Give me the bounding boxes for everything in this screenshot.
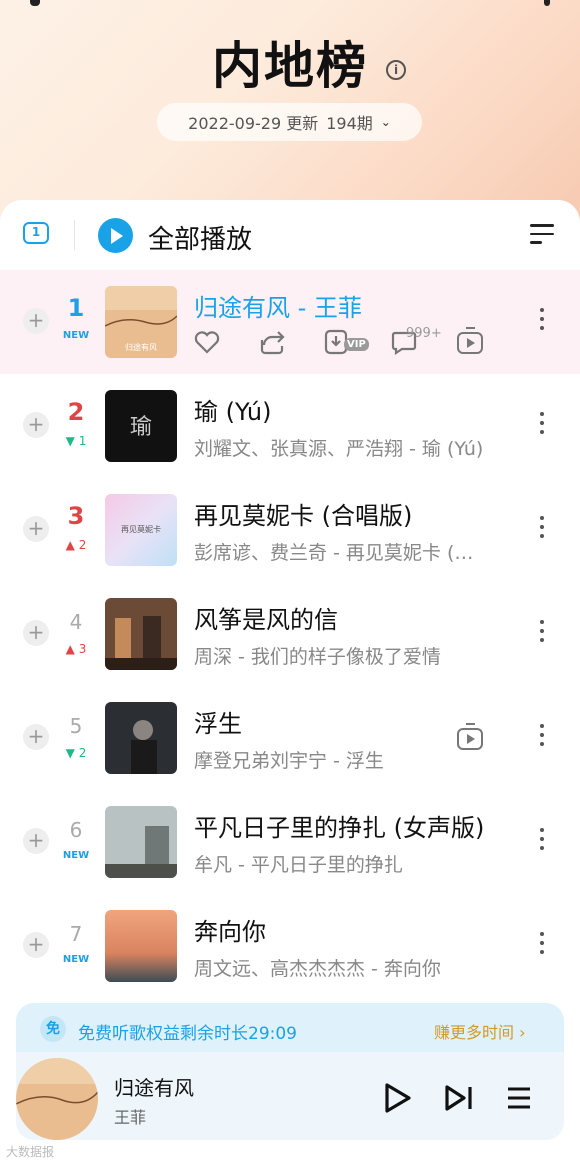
rank-change: ▼ 2 <box>65 746 87 760</box>
page-title: 内地榜 <box>212 37 368 95</box>
rank-change: ▼ 1 <box>65 434 87 448</box>
next-track-icon[interactable] <box>444 1084 474 1112</box>
mv-icon[interactable] <box>457 723 483 750</box>
song-artist: 摩登兄弟刘宇宁 - 浮生 <box>194 750 384 772</box>
share-icon[interactable] <box>258 328 286 356</box>
album-cover: 再见莫妮卡 <box>105 494 177 566</box>
rank-number: 7 <box>69 922 83 946</box>
more-options-icon[interactable] <box>535 620 549 648</box>
song-artist: 周文远、高杰杰杰杰 - 奔向你 <box>194 958 441 980</box>
rank-number: 5 <box>69 714 83 738</box>
divider <box>74 220 75 250</box>
more-options-icon[interactable] <box>535 516 549 544</box>
more-options-icon[interactable] <box>535 308 549 336</box>
song-artist: 刘耀文、张真源、严浩翔 - 瑜 (Yú) <box>194 438 484 460</box>
song-row-3[interactable]: + 3 ▲ 2 再见莫妮卡 再见莫妮卡 (合唱版) 彭席谚、费兰奇 - 再见莫妮… <box>0 478 580 582</box>
album-cover <box>105 910 177 982</box>
playlist-icon[interactable] <box>506 1084 532 1112</box>
add-icon[interactable]: + <box>23 308 49 334</box>
mv-icon[interactable] <box>457 327 483 354</box>
rank-change: ▲ 2 <box>65 538 87 552</box>
song-artist: 牟凡 - 平凡日子里的挣扎 <box>194 854 403 876</box>
mini-player[interactable] <box>16 1052 564 1140</box>
svg-text:瑜: 瑜 <box>130 415 152 440</box>
song-artist: 周深 - 我们的样子像极了爱情 <box>194 646 441 668</box>
album-cover <box>105 806 177 878</box>
song-row-1[interactable]: + 1 NEW 归途有风 归途有风 - 王菲 VIP 999+ <box>0 270 580 374</box>
issue-selector[interactable]: 2022-09-29 更新 194期 ⌄ <box>157 103 422 141</box>
rank-number: 6 <box>69 818 83 842</box>
update-date: 2022-09-29 更新 <box>188 114 319 133</box>
more-icon[interactable] <box>544 0 550 6</box>
rank-change: ▲ 3 <box>65 642 87 656</box>
svg-text:再见莫妮卡: 再见莫妮卡 <box>121 524 161 534</box>
album-cover <box>105 598 177 670</box>
now-playing-cover[interactable] <box>16 1058 98 1140</box>
song-row-5[interactable]: + 5 ▼ 2 浮生 摩登兄弟刘宇宁 - 浮生 <box>0 686 580 790</box>
rank-number: 3 <box>67 502 85 530</box>
add-icon[interactable]: + <box>23 620 49 646</box>
song-artist: 彭席谚、费兰奇 - 再见莫妮卡 (合唱版) <box>194 542 484 564</box>
now-playing-title: 归途有风 <box>114 1076 194 1100</box>
info-icon[interactable]: i <box>386 60 406 80</box>
song-actions <box>193 328 493 358</box>
song-title: 风筝是风的信 <box>194 606 338 634</box>
add-icon[interactable]: + <box>23 828 49 854</box>
song-title: 平凡日子里的挣扎 (女声版) <box>194 814 485 842</box>
back-icon[interactable] <box>30 0 40 6</box>
free-time-remaining: 免费听歌权益剩余时长29:09 <box>78 1024 297 1044</box>
play-all-icon[interactable] <box>98 218 133 253</box>
vip-badge: VIP <box>344 338 369 351</box>
rank-change: NEW <box>62 330 90 341</box>
song-row-2[interactable]: + 2 ▼ 1 瑜 瑜 (Yú) 刘耀文、张真源、严浩翔 - 瑜 (Yú) <box>0 374 580 478</box>
rank-change: NEW <box>62 954 90 965</box>
song-title: 浮生 <box>194 710 242 738</box>
song-row-4[interactable]: + 4 ▲ 3 风筝是风的信 周深 - 我们的样子像极了爱情 <box>0 582 580 686</box>
album-cover <box>105 702 177 774</box>
add-icon[interactable]: + <box>23 724 49 750</box>
more-options-icon[interactable] <box>535 412 549 440</box>
svg-text:归途有风: 归途有风 <box>125 342 157 352</box>
add-icon[interactable]: + <box>23 516 49 542</box>
song-title: 瑜 (Yú) <box>194 398 272 426</box>
rank-change: NEW <box>62 850 90 861</box>
rank-number: 4 <box>69 610 83 634</box>
more-options-icon[interactable] <box>535 724 549 752</box>
song-title: 归途有风 - 王菲 <box>194 294 362 322</box>
more-options-icon[interactable] <box>535 932 549 960</box>
album-cover: 归途有风 <box>105 286 177 358</box>
free-badge: 免 <box>40 1016 66 1042</box>
watermark: 大数据报 <box>6 1145 55 1159</box>
play-all-button[interactable]: 全部播放 <box>148 219 252 256</box>
add-icon[interactable]: + <box>23 932 49 958</box>
chevron-down-icon: ⌄ <box>380 115 391 129</box>
song-row-7[interactable]: + 7 NEW 奔向你 周文远、高杰杰杰杰 - 奔向你 <box>0 894 580 998</box>
play-mode-icon[interactable]: 1 <box>23 222 49 244</box>
issue-number: 194期 <box>326 114 373 133</box>
add-icon[interactable]: + <box>23 412 49 438</box>
song-title: 再见莫妮卡 (合唱版) <box>194 502 413 530</box>
play-icon[interactable] <box>383 1082 413 1114</box>
earn-more-time-link[interactable]: 赚更多时间 › <box>434 1019 526 1043</box>
rank-number: 1 <box>67 294 85 322</box>
comment-count: 999+ <box>406 326 442 341</box>
like-icon[interactable] <box>193 328 221 356</box>
album-cover: 瑜 <box>105 390 177 462</box>
rank-number: 2 <box>67 398 85 426</box>
now-playing-artist: 王菲 <box>114 1108 147 1127</box>
song-title: 奔向你 <box>194 918 266 946</box>
more-options-icon[interactable] <box>535 828 549 856</box>
multi-select-icon[interactable] <box>530 224 554 246</box>
song-row-6[interactable]: + 6 NEW 平凡日子里的挣扎 (女声版) 牟凡 - 平凡日子里的挣扎 <box>0 790 580 894</box>
